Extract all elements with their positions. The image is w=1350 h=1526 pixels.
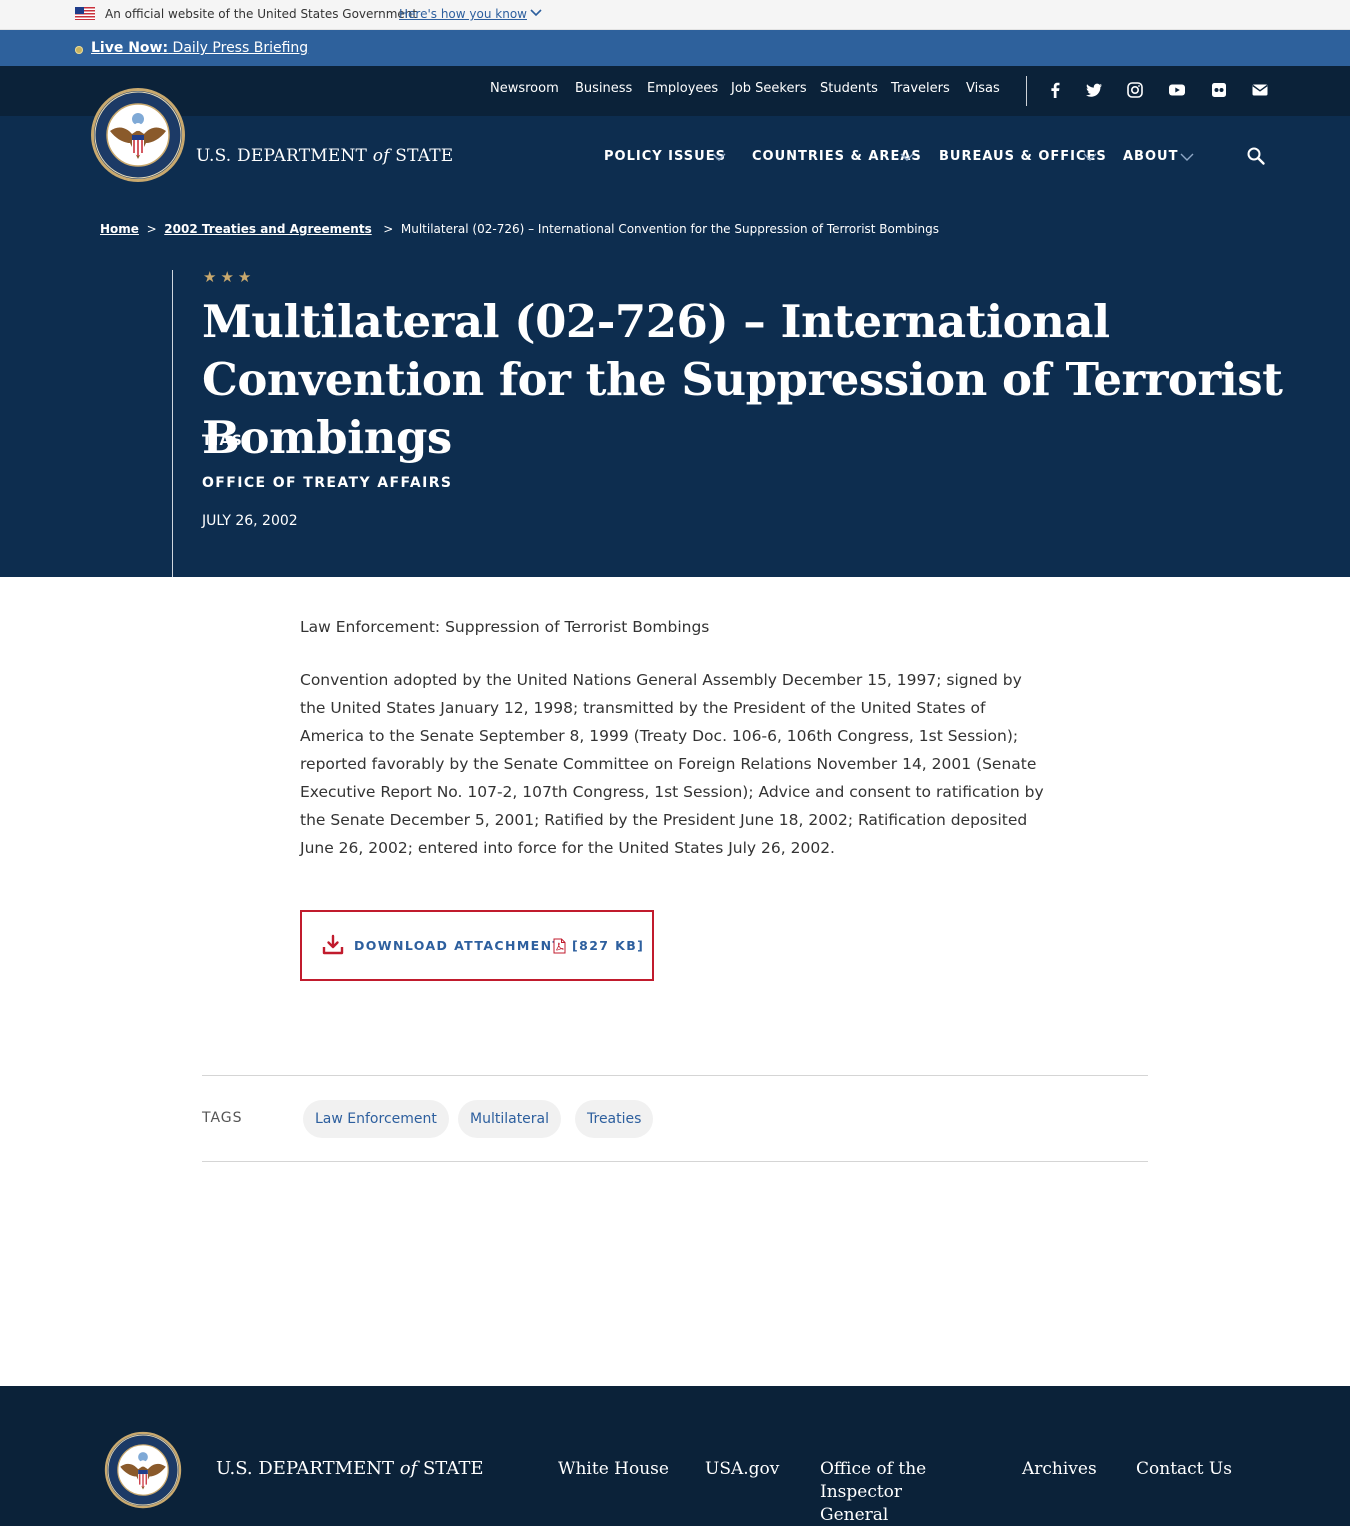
live-now-label: Live Now: bbox=[91, 40, 169, 56]
tags-label: TAGS bbox=[202, 1110, 243, 1126]
footer-link-inspector-general[interactable]: Office of the Inspector General bbox=[820, 1458, 970, 1526]
chevron-down-icon[interactable] bbox=[530, 6, 542, 18]
live-dot-icon bbox=[75, 46, 83, 54]
util-travelers[interactable]: Travelers bbox=[891, 81, 950, 96]
wordmark-of: of bbox=[372, 146, 390, 166]
office-label: OFFICE OF TREATY AFFAIRS bbox=[202, 475, 453, 491]
util-students[interactable]: Students bbox=[820, 81, 878, 96]
util-newsroom[interactable]: Newsroom bbox=[490, 81, 559, 96]
department-seal-icon[interactable] bbox=[90, 87, 186, 183]
tag-multilateral[interactable]: Multilateral bbox=[458, 1100, 562, 1138]
publish-date: JULY 26, 2002 bbox=[202, 513, 298, 529]
stars-ornament: ★★★ bbox=[203, 268, 256, 286]
tags-top-rule bbox=[202, 1075, 1148, 1076]
breadcrumb-separator: > bbox=[146, 222, 157, 236]
flickr-icon[interactable] bbox=[1210, 81, 1228, 99]
nav-policy-issues[interactable]: POLICY ISSUES bbox=[604, 149, 726, 164]
download-icon bbox=[322, 934, 344, 955]
util-visas[interactable]: Visas bbox=[966, 81, 1000, 96]
breadcrumb-parent[interactable]: 2002 Treaties and Agreements bbox=[164, 222, 371, 236]
footer-link-archives[interactable]: Archives bbox=[1022, 1458, 1097, 1481]
header-vertical-rule bbox=[172, 270, 173, 577]
wordmark-of: of bbox=[399, 1458, 418, 1479]
email-icon[interactable] bbox=[1251, 81, 1269, 99]
tag-treaties[interactable]: Treaties bbox=[575, 1100, 654, 1138]
breadcrumb-separator: > bbox=[383, 222, 394, 236]
body-paragraph: Convention adopted by the United Nations… bbox=[300, 671, 1044, 857]
live-now-text: Daily Press Briefing bbox=[172, 40, 309, 56]
us-flag-icon bbox=[75, 7, 95, 20]
heres-how-you-know-link[interactable]: Here's how you know bbox=[399, 7, 527, 21]
breadcrumb: Home > 2002 Treaties and Agreements > Mu… bbox=[100, 222, 939, 236]
util-employees[interactable]: Employees bbox=[647, 81, 718, 96]
utility-divider bbox=[1026, 76, 1027, 106]
utility-nav: Newsroom Business Employees Job Seekers … bbox=[0, 66, 1350, 116]
subject-line: Law Enforcement: Suppression of Terroris… bbox=[300, 618, 710, 636]
wordmark-part: STATE bbox=[395, 146, 454, 166]
page-title: Multilateral (02-726) – International Co… bbox=[202, 295, 1283, 464]
instagram-icon[interactable] bbox=[1126, 81, 1144, 99]
wordmark-part: U.S. DEPARTMENT bbox=[196, 146, 368, 166]
util-business[interactable]: Business bbox=[575, 81, 632, 96]
facebook-icon[interactable] bbox=[1046, 81, 1064, 99]
nav-about[interactable]: ABOUT bbox=[1123, 149, 1178, 164]
chevron-down-icon[interactable] bbox=[712, 151, 726, 163]
footer-link-white-house[interactable]: White House bbox=[558, 1458, 669, 1481]
breadcrumb-current: Multilateral (02-726) – International Co… bbox=[400, 222, 939, 236]
live-now-bar: Live Now: Daily Press Briefing bbox=[0, 30, 1350, 66]
wordmark-part: STATE bbox=[422, 1458, 484, 1479]
chevron-down-icon[interactable] bbox=[900, 151, 914, 163]
wordmark-part: U.S. DEPARTMENT bbox=[216, 1458, 394, 1479]
util-job-seekers[interactable]: Job Seekers bbox=[731, 81, 807, 96]
download-size: [827 KB] bbox=[572, 938, 645, 953]
breadcrumb-home[interactable]: Home bbox=[100, 222, 139, 236]
nav-bureaus-offices[interactable]: BUREAUS & OFFICES bbox=[939, 149, 1107, 164]
series-label: TIAS bbox=[202, 433, 244, 449]
live-now-link[interactable]: Live Now: Daily Press Briefing bbox=[91, 40, 308, 56]
pdf-file-icon bbox=[553, 938, 566, 954]
gov-banner: An official website of the United States… bbox=[0, 0, 1350, 30]
gov-banner-text: An official website of the United States… bbox=[105, 7, 418, 21]
nav-countries-areas[interactable]: COUNTRIES & AREAS bbox=[752, 149, 922, 164]
chevron-down-icon[interactable] bbox=[1180, 151, 1194, 163]
footer-seal-icon[interactable] bbox=[104, 1431, 182, 1509]
download-attachment-button[interactable]: DOWNLOAD ATTACHMENT [827 KB] bbox=[300, 910, 654, 981]
download-label: DOWNLOAD ATTACHMENT bbox=[354, 938, 563, 953]
site-wordmark[interactable]: U.S. DEPARTMENT of STATE bbox=[196, 146, 453, 166]
youtube-icon[interactable] bbox=[1168, 81, 1186, 99]
twitter-icon[interactable] bbox=[1085, 81, 1103, 99]
footer-link-usa-gov[interactable]: USA.gov bbox=[705, 1458, 779, 1481]
footer-wordmark[interactable]: U.S. DEPARTMENT of STATE bbox=[216, 1458, 483, 1479]
site-footer bbox=[0, 1386, 1350, 1526]
tags-bottom-rule bbox=[202, 1161, 1148, 1162]
footer-link-contact-us[interactable]: Contact Us bbox=[1136, 1458, 1232, 1481]
search-icon[interactable] bbox=[1246, 146, 1266, 166]
chevron-down-icon[interactable] bbox=[1083, 151, 1097, 163]
tag-law-enforcement[interactable]: Law Enforcement bbox=[303, 1100, 449, 1138]
